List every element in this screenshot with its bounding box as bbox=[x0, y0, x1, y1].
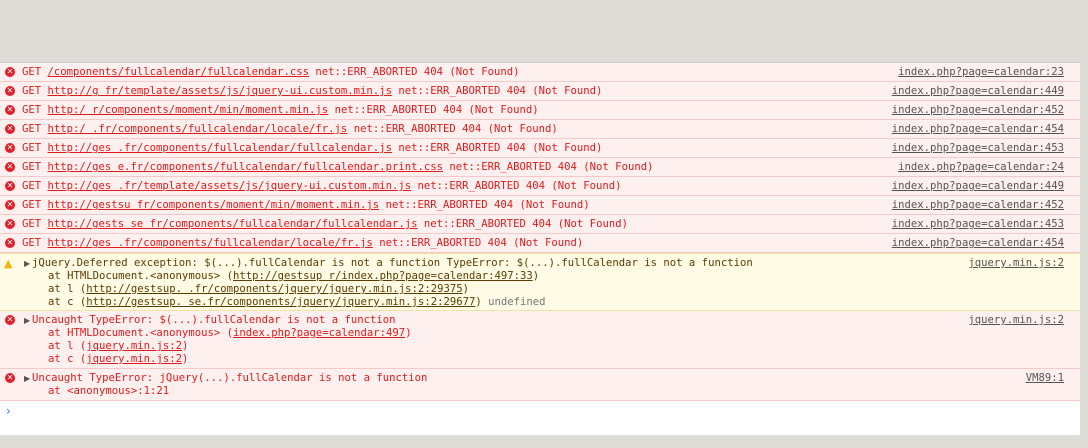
stack-frame: at c (http://gestsup. se.fr/components/j… bbox=[48, 296, 546, 308]
request-url-link[interactable]: http://g fr/template/assets/js/jquery-ui… bbox=[48, 85, 392, 97]
expand-triangle-icon[interactable]: ▶ bbox=[24, 257, 32, 270]
console-error-row: ✕ GET http://gestsu fr/components/moment… bbox=[0, 196, 1080, 215]
console-error-row: ✕ GET http:/ .fr/components/fullcalendar… bbox=[0, 120, 1080, 139]
error-message: GET http:/ .fr/components/fullcalendar/l… bbox=[22, 123, 558, 135]
stack-link[interactable]: jquery.min.js:2 bbox=[86, 353, 182, 365]
source-link[interactable]: jquery.min.js:2 bbox=[968, 257, 1064, 270]
error-message: GET http://ges .fr/components/fullcalend… bbox=[22, 237, 584, 249]
console-prompt-icon[interactable]: › bbox=[6, 404, 11, 418]
source-link[interactable]: index.php?page=calendar:24 bbox=[898, 161, 1064, 174]
request-url-link[interactable]: http:/ r/components/moment/min/moment.mi… bbox=[48, 104, 329, 116]
console-error-row: ✕ GET http://ges .fr/components/fullcale… bbox=[0, 234, 1080, 253]
stack-frame: at HTMLDocument.<anonymous> (http://gest… bbox=[48, 270, 540, 282]
stack-link[interactable]: http://gestsup r/index.php?page=calendar… bbox=[233, 270, 533, 282]
warning-triangle-icon: ▲ bbox=[4, 257, 13, 270]
console-error-row: ✕ GET http://ges e.fr/components/fullcal… bbox=[0, 158, 1080, 177]
request-url-link[interactable]: http://ges .fr/components/fullcalendar/l… bbox=[48, 237, 373, 249]
expand-triangle-icon[interactable]: ▶ bbox=[24, 314, 32, 327]
error-circle-icon: ✕ bbox=[5, 373, 15, 383]
error-message[interactable]: ▶ Uncaught TypeError: jQuery(...).fullCal… bbox=[24, 372, 1080, 385]
error-circle-icon: ✕ bbox=[5, 67, 15, 77]
error-circle-icon: ✕ bbox=[5, 219, 15, 229]
stack-frame: at <anonymous>:1:21 bbox=[48, 385, 170, 397]
error-message: GET http://ges e.fr/components/fullcalen… bbox=[22, 161, 654, 173]
error-message: GET http://ges .fr/components/fullcalend… bbox=[22, 142, 603, 154]
request-url-link[interactable]: http://ges .fr/components/fullcalendar/f… bbox=[48, 142, 392, 154]
expand-triangle-icon[interactable]: ▶ bbox=[24, 372, 32, 385]
stack-frame: at c (jquery.min.js:2) bbox=[48, 353, 189, 365]
request-url-link[interactable]: http://gests se fr/components/fullcalend… bbox=[48, 218, 418, 230]
stack-link[interactable]: index.php?page=calendar:497 bbox=[233, 327, 405, 339]
stack-frame: at l (jquery.min.js:2) bbox=[48, 340, 189, 352]
source-link[interactable]: index.php?page=calendar:453 bbox=[892, 218, 1064, 231]
console-panel: ✕ GET /components/fullcalendar/fullcalen… bbox=[0, 62, 1080, 435]
error-message: GET http://gestsu fr/components/moment/m… bbox=[22, 199, 590, 211]
source-link[interactable]: index.php?page=calendar:452 bbox=[892, 199, 1064, 212]
source-link[interactable]: index.php?page=calendar:449 bbox=[892, 180, 1064, 193]
stack-link[interactable]: http://gestsup. se.fr/components/jquery/… bbox=[86, 296, 475, 308]
error-circle-icon: ✕ bbox=[5, 124, 15, 134]
error-message: GET http://ges .fr/template/assets/js/jq… bbox=[22, 180, 622, 192]
request-url-link[interactable]: http:/ .fr/components/fullcalendar/local… bbox=[48, 123, 348, 135]
console-error-block: ✕ ▶ Uncaught TypeError: $(...).fullCalend… bbox=[0, 311, 1080, 369]
source-link[interactable]: index.php?page=calendar:449 bbox=[892, 85, 1064, 98]
console-warning-block: ▲ ▶ jQuery.Deferred exception: $(...).ful… bbox=[0, 253, 1080, 311]
console-error-row: ✕ GET http://g fr/template/assets/js/jqu… bbox=[0, 82, 1080, 101]
request-url-link[interactable]: http://gestsu fr/components/moment/min/m… bbox=[48, 199, 380, 211]
error-message[interactable]: ▶ Uncaught TypeError: $(...).fullCalendar… bbox=[24, 314, 1080, 327]
error-circle-icon: ✕ bbox=[5, 238, 15, 248]
error-circle-icon: ✕ bbox=[5, 181, 15, 191]
error-circle-icon: ✕ bbox=[5, 105, 15, 115]
source-link[interactable]: index.php?page=calendar:452 bbox=[892, 104, 1064, 117]
stack-link[interactable]: jquery.min.js:2 bbox=[86, 340, 182, 352]
error-circle-icon: ✕ bbox=[5, 315, 15, 325]
source-link[interactable]: index.php?page=calendar:454 bbox=[892, 123, 1064, 136]
error-circle-icon: ✕ bbox=[5, 143, 15, 153]
console-error-row: ✕ GET http://ges .fr/template/assets/js/… bbox=[0, 177, 1080, 196]
source-link[interactable]: jquery.min.js:2 bbox=[968, 314, 1064, 327]
request-url-link[interactable]: http://ges e.fr/components/fullcalendar/… bbox=[48, 161, 443, 173]
error-circle-icon: ✕ bbox=[5, 86, 15, 96]
error-message: GET http://gests se fr/components/fullca… bbox=[22, 218, 628, 230]
request-url-link[interactable]: /components/fullcalendar/fullcalendar.cs… bbox=[48, 66, 310, 78]
error-message: GET http:/ r/components/moment/min/momen… bbox=[22, 104, 539, 116]
error-message: GET http://g fr/template/assets/js/jquer… bbox=[22, 85, 603, 97]
console-error-row: ✕ GET http://gests se fr/components/full… bbox=[0, 215, 1080, 234]
source-link[interactable]: index.php?page=calendar:23 bbox=[898, 66, 1064, 79]
error-message: GET /components/fullcalendar/fullcalenda… bbox=[22, 66, 520, 78]
stack-link[interactable]: http://gestsup. .fr/components/jquery/jq… bbox=[86, 283, 462, 295]
console-error-row: ✕ GET http://ges .fr/components/fullcale… bbox=[0, 139, 1080, 158]
source-link[interactable]: index.php?page=calendar:454 bbox=[892, 237, 1064, 250]
console-error-row: ✕ GET /components/fullcalendar/fullcalen… bbox=[0, 63, 1080, 82]
warning-message[interactable]: ▶ jQuery.Deferred exception: $(...).fullC… bbox=[24, 257, 1080, 270]
source-link[interactable]: VM89:1 bbox=[1026, 372, 1064, 385]
error-circle-icon: ✕ bbox=[5, 200, 15, 210]
console-error-block: ✕ ▶ Uncaught TypeError: jQuery(...).fullC… bbox=[0, 369, 1080, 401]
console-input[interactable] bbox=[20, 402, 1060, 420]
error-circle-icon: ✕ bbox=[5, 162, 15, 172]
stack-frame: at l (http://gestsup. .fr/components/jqu… bbox=[48, 283, 469, 295]
request-url-link[interactable]: http://ges .fr/template/assets/js/jquery… bbox=[48, 180, 412, 192]
source-link[interactable]: index.php?page=calendar:453 bbox=[892, 142, 1064, 155]
stack-frame: at HTMLDocument.<anonymous> (index.php?p… bbox=[48, 327, 412, 339]
console-error-row: ✕ GET http:/ r/components/moment/min/mom… bbox=[0, 101, 1080, 120]
